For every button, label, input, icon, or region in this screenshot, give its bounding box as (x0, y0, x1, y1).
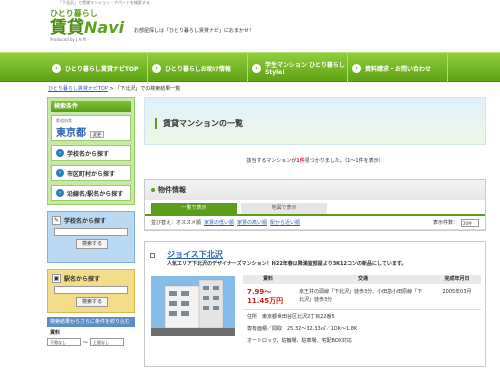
property-info-heading: 物件情報 (145, 180, 485, 200)
bullet-icon (151, 188, 155, 192)
search-by-line-button[interactable]: › 沿線名/駅名から探す (51, 185, 131, 201)
nav-item-label: ひとり暮らしお助け情報 (165, 65, 231, 73)
result-count-number: 1件 (296, 158, 305, 164)
prefecture-panel: 都道府県 東京都 変更 (51, 115, 131, 141)
col-built: 完成年月日 (444, 276, 470, 282)
property-name-link[interactable]: ジョイス下北沢 (167, 249, 223, 260)
nav-item-label: 資料請求・お問い合わせ (365, 65, 432, 73)
result-count: 該当するマンションが1件見つかりました。（1〜1件を表示） (144, 157, 486, 164)
per-page-label: 表示件数： (432, 220, 458, 226)
property-area: 専有面積／間取 25.32〜32.33㎡／1DK〜1.8K (247, 326, 358, 332)
nav-item-help[interactable]: › ひとり暮らしお助け情報 (148, 53, 248, 83)
school-search-button[interactable]: 検索する (76, 239, 108, 249)
result-count-pre: 該当するマンションが (246, 158, 297, 164)
arrow-right-icon: › (56, 189, 64, 197)
property-price: 7.99〜11.45万円 (247, 288, 284, 305)
property-built: 2005年03月 (442, 289, 472, 295)
school-search-box: ✎ 学校名から探す 検索する (47, 211, 135, 263)
logo-main-text: 賃貸Navi (50, 18, 130, 38)
arrow-right-icon: › (352, 63, 361, 73)
result-count-post: 見つかりました。（1〜1件を表示） (304, 158, 384, 164)
breadcrumb-home-link[interactable]: ひとり暮らし賃貸ナビTOP (48, 86, 108, 92)
per-page-select[interactable]: 20件 (461, 218, 479, 227)
rent-max-select[interactable]: 上限なし (90, 338, 125, 346)
property-features: オートロック、駐輪場、駐車場、宅配BOX対応 (247, 338, 352, 344)
sidebar: 検索条件 都道府県 東京都 変更 › 学校名から探す › 市区町村から探す › 沿線名/… (47, 97, 135, 346)
property-table: 賃料 交通 完成年月日 7.99〜11.45万円 京王井の頭線「下北沢」徒歩3分… (243, 275, 481, 344)
nav-item-contact[interactable]: › 資料請求・お問い合わせ (348, 53, 448, 83)
rent-range: 下限なし 〜 上限なし (47, 338, 135, 346)
school-search-title: ✎ 学校名から探す (52, 216, 130, 225)
school-icon: ✎ (52, 216, 61, 225)
train-icon: ▣ (52, 274, 61, 283)
search-conditions-box: 検索条件 都道府県 東京都 変更 › 学校名から探す › 市区町村から探す › 沿線名/… (47, 97, 135, 205)
rent-range-separator: 〜 (83, 339, 89, 346)
arrow-right-icon: › (252, 63, 261, 73)
global-nav: › ひとり暮らし賃貸ナビTOP › ひとり暮らしお助け情報 › 学生マンション ひとり… (0, 52, 500, 83)
property-info-panel: 物件情報 一覧で表示 地図で表示 並び替え：オススメ順 家賃の低い順 家賃の高い… (144, 179, 486, 231)
property-checkbox[interactable] (150, 253, 155, 258)
prefecture-change-button[interactable]: 変更 (90, 131, 104, 138)
button-label: 市区町村から探す (67, 170, 116, 178)
sort-rent-high-link[interactable]: 家賃の高い順 (237, 219, 267, 226)
station-search-button[interactable]: 検索する (76, 297, 108, 307)
sort-label: 並び替え：オススメ順 (151, 220, 202, 226)
breadcrumb-current: 「下北沢」での検索結果一覧 (115, 86, 181, 92)
sort-row: 並び替え：オススメ順 家賃の低い順 家賃の高い順 駅から近い順 表示件数： 20… (145, 216, 485, 230)
station-search-box: ▣ 駅名から探す 検索する (47, 269, 135, 313)
sort-station-near-link[interactable]: 駅から近い順 (270, 219, 300, 226)
button-label: 学校名から探す (67, 150, 110, 158)
per-page-control: 表示件数： 20件 (432, 218, 479, 227)
page-title-bar: 賃貸マンションの一覧 (144, 97, 486, 145)
nav-item-top[interactable]: › ひとり暮らし賃貸ナビTOP (48, 53, 148, 83)
rent-min-select[interactable]: 下限なし (47, 338, 81, 346)
col-rent: 賃料 (262, 276, 273, 282)
nav-item-label: ひとり暮らし賃貸ナビTOP (65, 65, 139, 73)
search-by-school-button[interactable]: › 学校名から探す (51, 145, 131, 161)
property-description: 人気エリア下北沢のデザイナーズマンション！H22年春以降満室部屋より3K12コン… (167, 261, 407, 267)
building-image (151, 276, 235, 336)
site-tagline: お部屋探しは「ひとり暮らし賃貸ナビ」におまかせ！ (134, 28, 254, 34)
arrow-right-icon: › (52, 63, 61, 73)
breadcrumb: ひとり暮らし賃貸ナビTOP > 「下北沢」での検索結果一覧 (48, 85, 180, 92)
school-search-input[interactable] (54, 228, 128, 236)
school-search-label: 学校名から探す (64, 218, 107, 225)
view-tabs: 一覧で表示 地図で表示 (145, 200, 485, 216)
station-search-input[interactable] (54, 286, 128, 294)
button-label: 沿線名/駅名から探す (67, 190, 124, 198)
page-title: 賃貸マンションの一覧 (155, 118, 243, 129)
property-traffic: 京王井の頭線「下北沢」徒歩3分、小田急小田原線「下北沢」徒歩3分 (299, 289, 423, 303)
nav-item-student[interactable]: › 学生マンション ひとり暮らしStyle! (248, 53, 348, 83)
sidebar-heading: 検索条件 (51, 101, 131, 112)
arrow-right-icon: › (56, 149, 64, 157)
refine-conditions-bar: 検索結果からさらに条件を絞り込む (47, 317, 135, 327)
logo-main-word: 賃貸 (50, 18, 84, 38)
site-logo[interactable]: ひとり暮らし 賃貸Navi Produced by J.A.M (50, 8, 130, 44)
property-table-row: 7.99〜11.45万円 京王井の頭線「下北沢」徒歩3分、小田急小田原線「下北沢… (243, 284, 481, 310)
search-by-city-button[interactable]: › 市区町村から探す (51, 165, 131, 181)
logo-sub-text: Produced by J.A.M (50, 37, 86, 42)
tab-map-view[interactable]: 地図で表示 (241, 203, 327, 214)
header: 「下北沢」で賃貸マンション・アパートを検索する ひとり暮らし 賃貸Navi Pr… (0, 0, 500, 52)
col-traffic: 交通 (357, 276, 368, 282)
property-card: ジョイス下北沢 人気エリア下北沢のデザイナーズマンション！H22年春以降満室部屋… (144, 241, 486, 367)
logo-navi-word: Navi (84, 18, 125, 37)
nav-item-label: 学生マンション ひとり暮らしStyle! (265, 62, 345, 76)
sort-rent-low-link[interactable]: 家賃の低い順 (204, 219, 234, 226)
property-address: 住所 東京都世田谷区北沢2丁目22番5 (247, 314, 335, 320)
arrow-right-icon: › (56, 169, 64, 177)
rent-label: 賃料 (50, 330, 61, 336)
station-search-title: ▣ 駅名から探す (52, 274, 130, 283)
property-photo[interactable] (151, 276, 235, 336)
top-note: 「下北沢」で賃貸マンション・アパートを検索する (58, 0, 150, 5)
property-info-title: 物件情報 (158, 186, 186, 194)
prefecture-value: 東京都 (56, 128, 86, 139)
station-search-label: 駅名から探す (64, 276, 101, 283)
main-content: 賃貸マンションの一覧 該当するマンションが1件見つかりました。（1〜1件を表示）… (144, 97, 486, 367)
tab-list-view[interactable]: 一覧で表示 (151, 203, 237, 214)
arrow-right-icon: › (152, 63, 161, 73)
property-table-header: 賃料 交通 完成年月日 (243, 275, 481, 284)
